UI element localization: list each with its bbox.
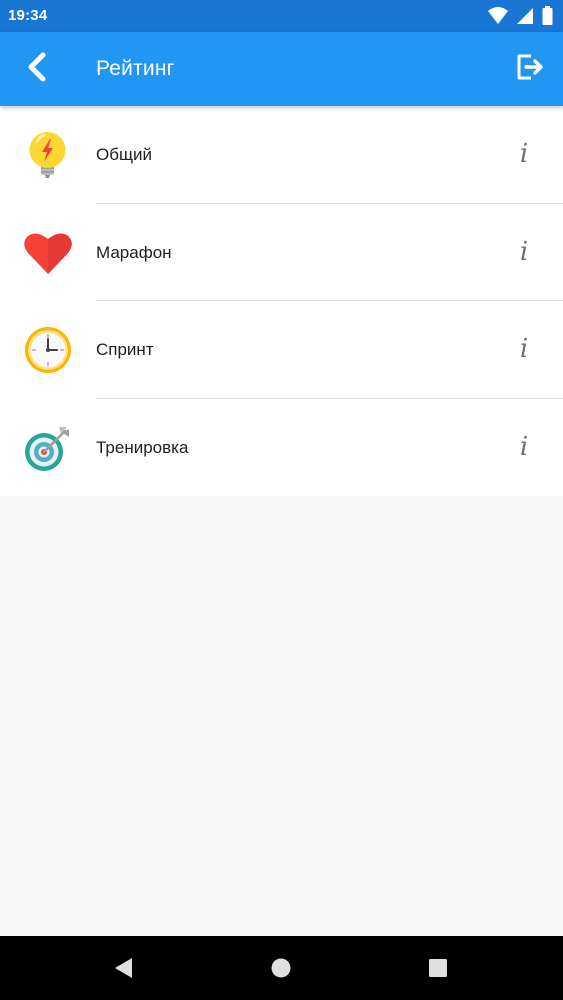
page-title: Рейтинг bbox=[96, 57, 175, 80]
battery-icon bbox=[542, 6, 553, 30]
item-label: Марафон bbox=[96, 242, 172, 262]
system-nav-bar bbox=[0, 936, 563, 1000]
logout-button[interactable] bbox=[511, 50, 549, 88]
item-label: Общий bbox=[96, 145, 152, 164]
info-icon[interactable]: i bbox=[509, 234, 539, 270]
info-icon[interactable]: i bbox=[509, 429, 539, 465]
list-item-sprint[interactable]: Спринт i bbox=[0, 301, 563, 399]
nav-recents-icon[interactable] bbox=[426, 956, 450, 980]
lightbulb-icon bbox=[23, 130, 73, 180]
target-icon bbox=[23, 423, 73, 473]
signal-icon bbox=[516, 7, 534, 30]
info-icon[interactable]: i bbox=[509, 136, 539, 172]
item-label: Тренировка bbox=[96, 437, 189, 457]
info-icon[interactable]: i bbox=[509, 331, 539, 367]
status-icons bbox=[488, 6, 553, 30]
chevron-left-icon bbox=[25, 52, 49, 87]
app-bar: Рейтинг bbox=[0, 32, 563, 106]
back-button[interactable] bbox=[18, 50, 56, 88]
item-label: Спринт bbox=[96, 340, 154, 359]
heart-icon bbox=[23, 228, 73, 278]
nav-home-icon[interactable] bbox=[269, 956, 293, 980]
logout-icon bbox=[515, 52, 545, 87]
wifi-icon bbox=[488, 6, 508, 30]
clock-icon bbox=[23, 325, 73, 375]
status-time: 19:34 bbox=[8, 7, 48, 24]
rating-screen: 19:34 Рейтинг Общий i Марафон i Спринт i… bbox=[0, 0, 563, 1000]
list-item-marathon[interactable]: Марафон i bbox=[0, 204, 563, 301]
nav-back-icon[interactable] bbox=[112, 956, 136, 980]
list-item-training[interactable]: Тренировка i bbox=[0, 399, 563, 497]
rating-list: Общий i Марафон i Спринт i Тренировка i bbox=[0, 106, 563, 496]
list-item-general[interactable]: Общий i bbox=[0, 106, 563, 204]
status-bar: 19:34 bbox=[0, 0, 563, 32]
